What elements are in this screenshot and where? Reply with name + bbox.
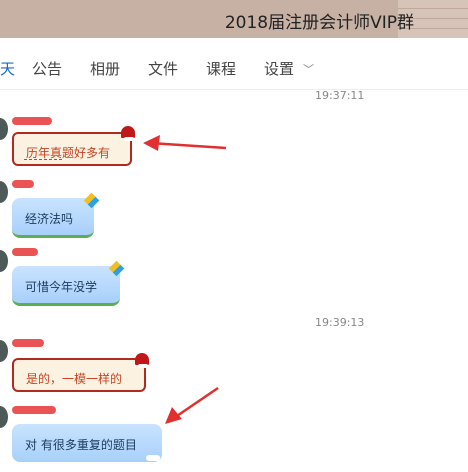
message-text: 历年真题好多有 (26, 146, 111, 160)
timestamp: 19:37:11 (315, 89, 365, 102)
title-bar: 2018届注册会计师VIP群 (0, 0, 468, 38)
message-text: 经济法吗 (25, 212, 74, 226)
sender-name-redacted (12, 339, 44, 347)
window-title: 2018届注册会计师VIP群 (224, 13, 414, 33)
message-bubble[interactable]: 是的，一模一样的 (12, 358, 146, 392)
tab-bar: 天 公告 相册 文件 课程 设置 ﹀ (0, 38, 468, 90)
santa-hat-icon (135, 353, 149, 368)
tab-settings[interactable]: 设置 (264, 58, 294, 79)
timestamp: 19:39:13 (315, 316, 365, 329)
chevron-down-icon[interactable]: ﹀ (303, 61, 314, 77)
message-bubble[interactable]: 历年真题好多有 (12, 132, 132, 166)
message-text: 可惜今年没学 (25, 280, 98, 294)
sender-name-redacted (12, 248, 38, 256)
sender-name-redacted (12, 180, 34, 188)
sender-name-redacted (12, 406, 56, 414)
message-text: 是的，一模一样的 (26, 372, 123, 386)
message-text: 对 有很多重复的题目 (25, 438, 137, 452)
tab-announcements[interactable]: 公告 (32, 58, 62, 79)
santa-hat-icon (121, 126, 135, 141)
tab-chat[interactable]: 天 (0, 58, 15, 79)
message-bubble[interactable]: 经济法吗 (12, 198, 94, 238)
tab-files[interactable]: 文件 (148, 58, 178, 79)
tab-album[interactable]: 相册 (90, 58, 120, 79)
message-bubble[interactable]: 对 有很多重复的题目 (12, 424, 162, 462)
spellcheck-underline (24, 159, 62, 160)
sender-name-redacted (12, 117, 52, 125)
tab-courses[interactable]: 课程 (206, 58, 236, 79)
message-bubble[interactable]: 可惜今年没学 (12, 266, 120, 306)
cloud-icon (146, 455, 160, 461)
